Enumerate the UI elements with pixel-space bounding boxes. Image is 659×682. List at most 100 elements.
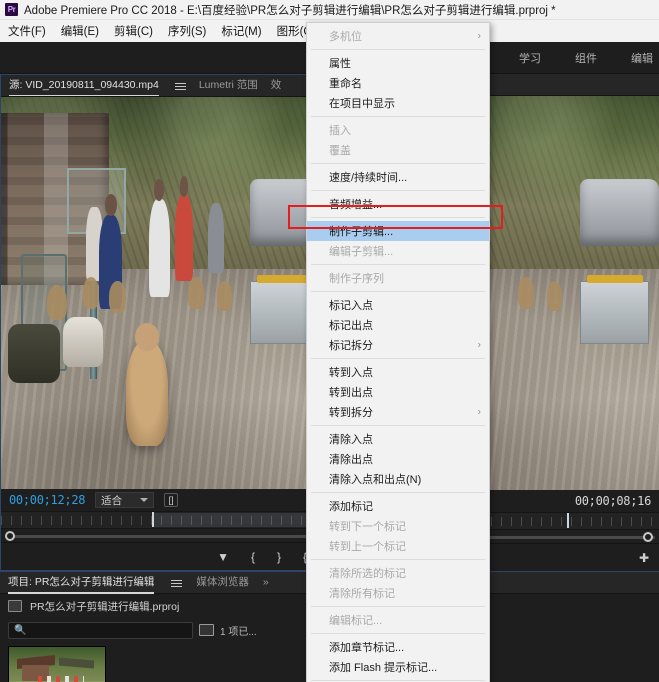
menu-clip[interactable]: 剪辑(C) (114, 23, 153, 39)
context-menu-item-label: 音频增益... (329, 199, 383, 211)
workspace-tab-assembly[interactable]: 组件 (575, 50, 597, 66)
context-menu-item: 清除所有标记 (307, 583, 489, 603)
source-playhead-timecode[interactable]: 00;00;12;28 (9, 493, 85, 507)
tab-overflow[interactable]: » (263, 576, 269, 590)
context-menu-item[interactable]: 清除入点 (307, 429, 489, 449)
item-count-label: 1 项已... (220, 626, 257, 638)
context-menu-item[interactable]: 重命名 (307, 73, 489, 93)
tab-media-browser[interactable]: 媒体浏览器 (196, 574, 249, 591)
context-menu-item-label: 转到入点 (329, 367, 373, 379)
tab-project[interactable]: 项目: PR怎么对子剪辑进行编辑 (8, 574, 155, 594)
source-scrub-bar[interactable] (1, 528, 329, 542)
context-menu-item[interactable]: 音频增益... (307, 194, 489, 214)
context-menu-item-label: 转到出点 (329, 387, 373, 399)
context-menu-item[interactable]: 制作子剪辑... (307, 221, 489, 241)
search-input-wrapper[interactable]: 🔍 (8, 621, 193, 639)
chevron-right-icon: › (477, 30, 481, 42)
app-logo-icon: Pr (5, 3, 18, 16)
menu-separator (311, 492, 485, 493)
source-transport-controls: ▼ { } {← (1, 542, 329, 570)
context-menu-item: 编辑子剪辑... (307, 241, 489, 261)
menu-separator (311, 116, 485, 117)
add-marker-icon[interactable]: ▼ (217, 551, 229, 563)
context-menu-item-label: 添加 Flash 提示标记... (329, 662, 438, 674)
context-menu-item-label: 编辑子剪辑... (329, 246, 394, 258)
context-menu-item-label: 编辑标记... (329, 615, 383, 627)
context-menu-item[interactable]: 标记出点 (307, 315, 489, 335)
source-time-ruler[interactable] (1, 511, 329, 528)
menu-separator (311, 606, 485, 607)
context-menu-item-label: 在项目中显示 (329, 98, 395, 110)
program-duration-timecode[interactable]: 00;00;08;16 (575, 494, 651, 508)
context-menu-item-label: 清除入点和出点(N) (329, 474, 422, 486)
chevron-right-icon: › (477, 339, 481, 351)
source-monitor-tabs: 源: VID_20190811_094430.mp4 Lumetri 范围 效 (1, 75, 329, 97)
workspace-tab-editing[interactable]: 编辑 (631, 50, 653, 66)
context-menu-item[interactable]: 添加 Flash 提示标记... (307, 657, 489, 677)
menu-separator (311, 291, 485, 292)
context-menu-item[interactable]: 清除入点和出点(N) (307, 469, 489, 489)
context-menu-item: 多机位 › (307, 26, 489, 46)
mark-in-icon[interactable]: { (251, 551, 255, 563)
context-menu-item: 转到下一个标记 (307, 516, 489, 536)
menu-marker[interactable]: 标记(M) (221, 23, 261, 39)
menu-separator (311, 358, 485, 359)
context-menu-item-label: 覆盖 (329, 145, 351, 157)
context-menu-item[interactable]: 转到拆分 › (307, 402, 489, 422)
context-menu-item: 清除所选的标记 (307, 563, 489, 583)
workspace-tab-learning[interactable]: 学习 (519, 50, 541, 66)
tab-source-clip[interactable]: 源: VID_20190811_094430.mp4 (9, 77, 159, 96)
search-icon: 🔍 (14, 624, 27, 636)
context-menu-item[interactable]: 标记拆分 › (307, 335, 489, 355)
menu-file[interactable]: 文件(F) (8, 23, 46, 39)
context-menu-item-label: 属性 (329, 58, 351, 70)
menu-edit[interactable]: 编辑(E) (61, 23, 99, 39)
context-menu-item[interactable]: 清除出点 (307, 449, 489, 469)
zoom-level-select[interactable]: 适合 (95, 492, 155, 508)
clip-context-menu[interactable]: 多机位 › 属性重命名在项目中显示插入覆盖速度/持续时间... 音频增益... 制作子剪… (306, 22, 490, 682)
menu-sequence[interactable]: 序列(S) (168, 23, 206, 39)
menu-separator (311, 163, 485, 164)
context-menu-item[interactable]: 标记入点 (307, 295, 489, 315)
menu-separator (311, 49, 485, 50)
select-playback-resolution-icon[interactable]: [] (164, 493, 179, 507)
panel-menu-icon[interactable] (174, 82, 186, 90)
project-panel-menu-icon[interactable] (171, 579, 183, 587)
context-menu-item[interactable]: 属性 (307, 53, 489, 73)
context-menu-item[interactable]: 转到入点 (307, 362, 489, 382)
context-menu-item: 转到上一个标记 (307, 536, 489, 556)
new-bin-icon[interactable] (199, 624, 214, 636)
context-menu-item: 覆盖 (307, 140, 489, 160)
tab-lumetri-scopes[interactable]: Lumetri 范围 (199, 77, 258, 94)
menu-separator (311, 264, 485, 265)
context-menu-item[interactable]: 转到出点 (307, 382, 489, 402)
source-timecode-row: 00;00;12;28 适合 [] (1, 489, 329, 511)
chevron-down-icon (140, 498, 149, 502)
plus-icon[interactable]: ✚ (639, 552, 649, 564)
clip-thumbnail[interactable] (8, 646, 106, 682)
project-file-icon (8, 600, 22, 612)
context-menu-item-label: 添加章节标记... (329, 642, 405, 654)
context-menu-item-label: 速度/持续时间... (329, 172, 408, 184)
mark-out-icon[interactable]: } (277, 551, 281, 563)
context-menu-item: 插入 (307, 120, 489, 140)
search-input[interactable] (30, 624, 192, 636)
menu-separator (311, 425, 485, 426)
zoom-level-value: 适合 (101, 494, 123, 507)
project-file-name: PR怎么对子剪辑进行编辑.prproj (30, 600, 180, 613)
context-menu-item-label: 制作子剪辑... (329, 226, 394, 238)
menu-separator (311, 680, 485, 681)
context-menu-item[interactable]: 在项目中显示 (307, 93, 489, 113)
menu-separator (311, 559, 485, 560)
context-menu-item[interactable]: 速度/持续时间... (307, 167, 489, 187)
context-menu-item[interactable]: 添加标记 (307, 496, 489, 516)
context-menu-item: 制作子序列 (307, 268, 489, 288)
context-menu-item-label: 标记入点 (329, 300, 373, 312)
premiere-pro-window: Pr Adobe Premiere Pro CC 2018 - E:\百度经验\… (0, 0, 659, 682)
context-menu-item-label: 标记拆分 (329, 340, 373, 352)
source-video-preview[interactable] (1, 97, 329, 489)
video-frame-image (1, 97, 329, 489)
tab-effects[interactable]: 效 (271, 77, 282, 94)
context-menu-item[interactable]: 添加章节标记... (307, 637, 489, 657)
context-menu-item-label: 转到上一个标记 (329, 541, 406, 553)
